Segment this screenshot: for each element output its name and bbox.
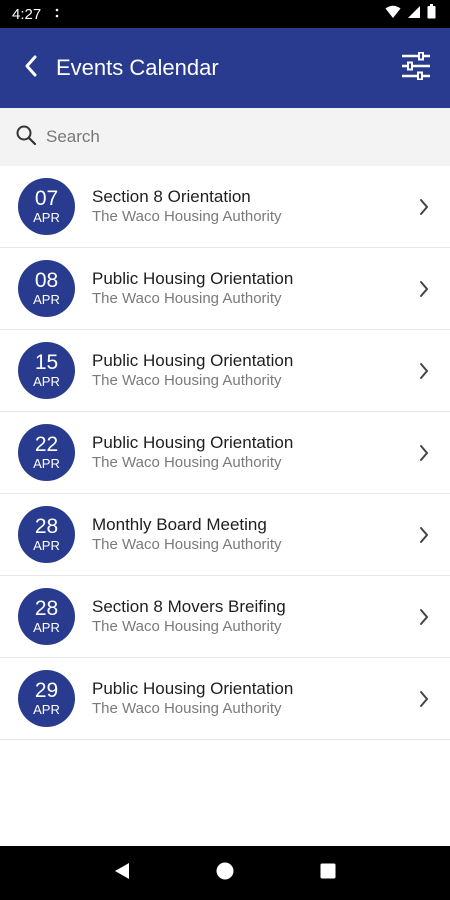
event-title: Public Housing Orientation <box>92 433 294 452</box>
event-title: Public Housing Orientation <box>92 679 294 698</box>
list-item[interactable]: 07 APR Section 8 Orientation The Waco Ho… <box>0 166 450 248</box>
event-organization: The Waco Housing Authority <box>92 454 282 471</box>
list-item[interactable]: 15 APR Public Housing Orientation The Wa… <box>0 330 450 412</box>
event-list: 07 APR Section 8 Orientation The Waco Ho… <box>0 166 450 740</box>
date-day: 07 <box>34 187 59 210</box>
event-organization: The Waco Housing Authority <box>92 372 282 389</box>
date-month: APR <box>33 620 60 635</box>
chevron-right-icon <box>412 605 436 629</box>
home-circle-icon <box>216 862 234 885</box>
date-month: APR <box>33 292 60 307</box>
nav-back-button[interactable] <box>107 858 137 888</box>
date-badge: 07 APR <box>18 178 75 235</box>
page-title: Events Calendar <box>56 55 219 80</box>
search-icon <box>16 125 37 150</box>
event-organization: The Waco Housing Authority <box>92 290 282 307</box>
date-badge: 15 APR <box>18 342 75 399</box>
chevron-right-icon <box>412 195 436 219</box>
event-organization: The Waco Housing Authority <box>92 536 282 553</box>
chevron-right-icon <box>412 441 436 465</box>
date-badge: 22 APR <box>18 424 75 481</box>
list-item[interactable]: 08 APR Public Housing Orientation The Wa… <box>0 248 450 330</box>
chevron-right-icon <box>412 523 436 547</box>
event-title: Section 8 Movers Breifing <box>92 597 286 616</box>
signal-icon <box>407 5 421 24</box>
back-button[interactable] <box>18 55 44 81</box>
filter-button[interactable] <box>396 48 436 88</box>
event-title: Public Housing Orientation <box>92 351 294 370</box>
status-time: 4:27 <box>12 5 42 23</box>
chevron-right-icon <box>412 277 436 301</box>
date-month: APR <box>33 702 60 717</box>
event-organization: The Waco Housing Authority <box>92 618 282 635</box>
date-day: 28 <box>34 597 59 620</box>
date-day: 28 <box>34 515 59 538</box>
date-day: 29 <box>34 679 59 702</box>
filter-sliders-icon <box>401 51 431 85</box>
chevron-right-icon <box>412 687 436 711</box>
event-organization: The Waco Housing Authority <box>92 208 282 225</box>
list-item[interactable]: 28 APR Monthly Board Meeting The Waco Ho… <box>0 494 450 576</box>
nav-recents-button[interactable] <box>313 858 343 888</box>
date-month: APR <box>33 374 60 389</box>
date-badge: 08 APR <box>18 260 75 317</box>
date-badge: 29 APR <box>18 670 75 727</box>
date-day: 22 <box>34 433 59 456</box>
date-badge: 28 APR <box>18 506 75 563</box>
chevron-right-icon <box>412 359 436 383</box>
date-badge: 28 APR <box>18 588 75 645</box>
date-day: 15 <box>34 351 59 374</box>
list-item[interactable]: 22 APR Public Housing Orientation The Wa… <box>0 412 450 494</box>
battery-icon <box>427 4 436 24</box>
navigation-bar <box>0 846 450 900</box>
list-item[interactable]: 29 APR Public Housing Orientation The Wa… <box>0 658 450 740</box>
dots-icon <box>55 8 59 21</box>
search-input[interactable] <box>46 127 426 147</box>
date-month: APR <box>33 456 60 471</box>
search-bar <box>0 108 450 166</box>
nav-home-button[interactable] <box>210 858 240 888</box>
status-bar: 4:27 <box>0 0 450 28</box>
event-title: Section 8 Orientation <box>92 187 251 206</box>
date-month: APR <box>33 210 60 225</box>
wifi-icon <box>385 5 401 24</box>
app-bar: Events Calendar <box>0 28 450 108</box>
recents-square-icon <box>320 863 336 884</box>
event-title: Public Housing Orientation <box>92 269 294 288</box>
event-organization: The Waco Housing Authority <box>92 700 282 717</box>
back-arrow-icon <box>24 55 38 82</box>
event-title: Monthly Board Meeting <box>92 515 267 534</box>
back-triangle-icon <box>114 862 130 885</box>
date-month: APR <box>33 538 60 553</box>
date-day: 08 <box>34 269 59 292</box>
list-item[interactable]: 28 APR Section 8 Movers Breifing The Wac… <box>0 576 450 658</box>
